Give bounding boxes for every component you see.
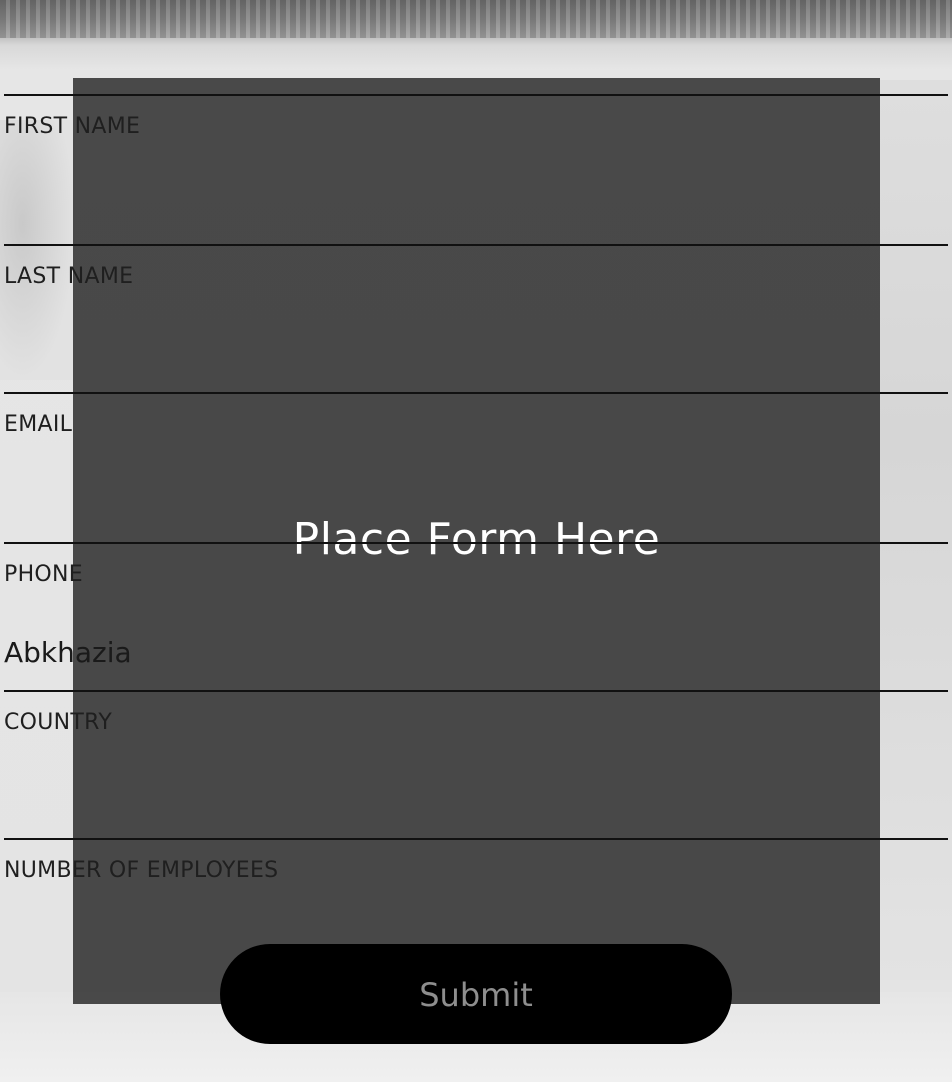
first-name-input[interactable] [4,170,944,218]
employees-label: NUMBER OF EMPLOYEES [4,858,279,883]
last-name-input[interactable] [4,320,944,368]
contact-form: FIRST NAME LAST NAME EMAIL PHONE COUNTRY… [0,0,952,1082]
submit-label: Submit [419,976,533,1014]
first-name-label: FIRST NAME [4,114,141,139]
phone-label: PHONE [4,562,83,587]
last-name-field: LAST NAME [4,244,948,394]
phone-field: PHONE [4,542,948,692]
country-label: COUNTRY [4,710,113,735]
page: Place Form Here FIRST NAME LAST NAME EMA… [0,0,952,1082]
employees-field: NUMBER OF EMPLOYEES [4,838,948,940]
email-label: EMAIL [4,412,73,437]
first-name-field: FIRST NAME [4,94,948,246]
submit-button[interactable]: Submit [220,944,732,1044]
country-input[interactable] [4,766,944,814]
last-name-label: LAST NAME [4,264,134,289]
email-input[interactable] [4,468,944,516]
email-field: EMAIL [4,392,948,544]
country-field: COUNTRY [4,690,948,840]
phone-input[interactable] [4,628,944,676]
